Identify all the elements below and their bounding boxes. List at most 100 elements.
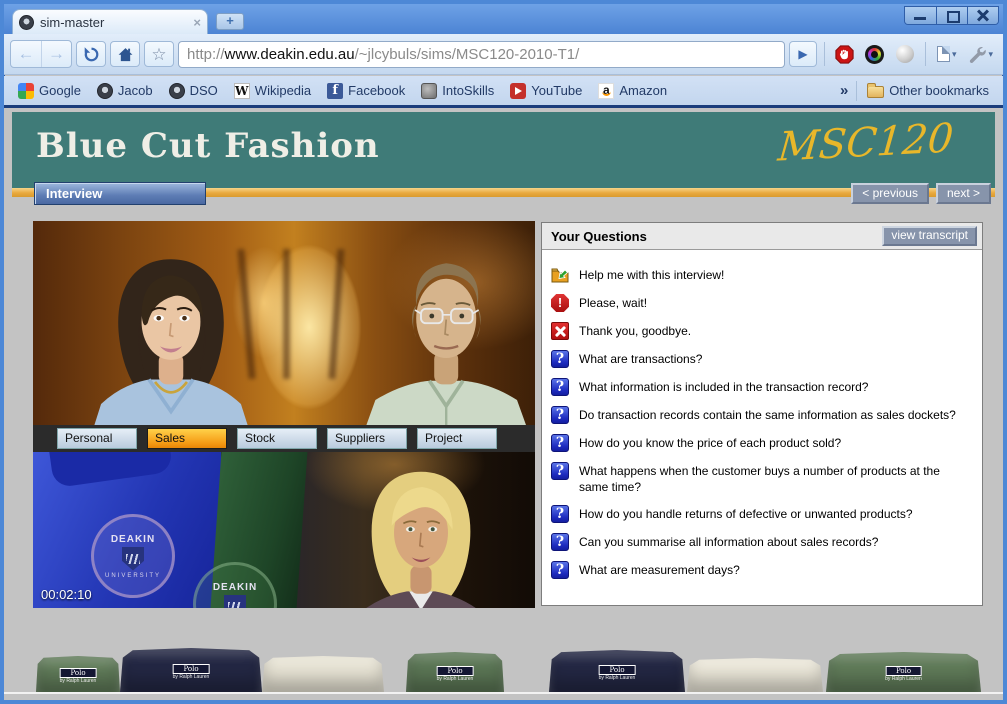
- go-button[interactable]: ▶: [789, 41, 817, 67]
- course-logo: MSC120: [776, 115, 955, 170]
- url-path: /~jlcybuls/sims/MSC120-2010-T1/: [355, 46, 580, 63]
- app-icon: [97, 83, 113, 99]
- polo-brand-label: Poloby Ralph Lauren: [437, 666, 474, 682]
- polo-shirt-photo: [262, 656, 384, 692]
- maximize-button[interactable]: [936, 7, 967, 24]
- question-item[interactable]: ? How do you handle returns of defective…: [551, 505, 968, 523]
- tab-interview[interactable]: Interview: [34, 182, 206, 205]
- globe-extension-button[interactable]: [892, 41, 918, 67]
- avatar-male-glasses: [355, 249, 535, 425]
- clothes-rack: [328, 249, 344, 379]
- other-bookmarks-label: Other bookmarks: [889, 83, 989, 98]
- deakin-shield-icon: [122, 547, 144, 571]
- previous-button[interactable]: < previous: [851, 183, 929, 204]
- bookmark-intoskills[interactable]: IntoSkills: [415, 81, 500, 101]
- page-nav-buttons: < previous next >: [851, 183, 991, 204]
- question-icon: ?: [551, 505, 569, 523]
- question-item[interactable]: Thank you, goodbye.: [551, 322, 968, 340]
- bookmark-facebook[interactable]: f Facebook: [321, 81, 411, 101]
- bookmarks-separator: [856, 81, 857, 101]
- question-item[interactable]: Help me with this interview!: [551, 266, 968, 284]
- home-button[interactable]: [110, 41, 140, 67]
- folder-icon: [867, 86, 884, 98]
- strip-divider: [4, 692, 1003, 694]
- question-icon: ?: [551, 533, 569, 551]
- question-icon: ?: [551, 462, 569, 480]
- question-item[interactable]: ? What are transactions?: [551, 350, 968, 368]
- wrench-menu-button[interactable]: ▾: [964, 41, 997, 67]
- amazon-icon: a: [598, 83, 614, 99]
- question-item[interactable]: ! Please, wait!: [551, 294, 968, 312]
- nav-buttons-group: ← →: [10, 40, 72, 68]
- tab-suppliers[interactable]: Suppliers: [327, 428, 407, 449]
- camera-lens-icon: [865, 45, 884, 64]
- question-icon: ?: [551, 378, 569, 396]
- watermark-text: UNIVERSITY: [105, 573, 161, 579]
- clothes-rack: [283, 249, 290, 379]
- bookmark-amazon[interactable]: a Amazon: [592, 81, 673, 101]
- bookmark-label: DSO: [190, 83, 218, 98]
- bookmark-star-button[interactable]: ☆: [144, 41, 174, 67]
- star-icon: ☆: [151, 46, 166, 63]
- question-item[interactable]: ? Can you summarise all information abou…: [551, 533, 968, 551]
- watermark-text: DEAKIN: [213, 582, 257, 593]
- question-item[interactable]: ? What are measurement days?: [551, 561, 968, 579]
- close-button[interactable]: [967, 7, 998, 24]
- bookmark-label: Jacob: [118, 83, 153, 98]
- question-item[interactable]: ? Do transaction records contain the sam…: [551, 406, 968, 424]
- question-item[interactable]: ? What information is included in the tr…: [551, 378, 968, 396]
- questions-title: Your Questions: [551, 229, 882, 244]
- question-icon: ?: [551, 561, 569, 579]
- browser-tab[interactable]: sim-master ×: [12, 9, 208, 34]
- tab-title: sim-master: [40, 15, 187, 30]
- bookmark-wikipedia[interactable]: W Wikipedia: [228, 81, 317, 101]
- question-item[interactable]: ? What happens when the customer buys a …: [551, 462, 968, 495]
- new-tab-button[interactable]: +: [216, 13, 244, 30]
- tab-project[interactable]: Project: [417, 428, 497, 449]
- video-panel: Personal Sales Stock Suppliers Project D…: [33, 221, 535, 608]
- polo-brand-label: Poloby Ralph Lauren: [173, 664, 210, 680]
- deakin-watermark: DEAKIN UNIVERSITY: [91, 514, 175, 598]
- tab-close-icon[interactable]: ×: [193, 15, 201, 30]
- camera-extension-button[interactable]: [862, 41, 888, 67]
- minimize-button[interactable]: [905, 7, 936, 24]
- tab-sales[interactable]: Sales: [147, 428, 227, 449]
- help-icon: [551, 266, 569, 284]
- page-menu-button[interactable]: ▾: [933, 41, 961, 67]
- bookmark-jacob[interactable]: Jacob: [91, 81, 159, 101]
- polo-brand-label: Poloby Ralph Lauren: [599, 665, 636, 681]
- facebook-icon: f: [327, 83, 343, 99]
- question-icon: ?: [551, 434, 569, 452]
- address-bar[interactable]: http://www.deakin.edu.au/~jlcybuls/sims/…: [178, 41, 785, 68]
- browser-window: sim-master × + ← → ☆: [0, 0, 1007, 704]
- polo-shirt-photo: Poloby Ralph Lauren: [406, 652, 504, 692]
- chevron-down-icon: ▾: [952, 49, 957, 60]
- bookmarks-bar: Google Jacob DSO W Wikipedia f Facebook …: [4, 76, 1003, 105]
- polo-brand-label: Poloby Ralph Lauren: [60, 668, 97, 684]
- chevron-down-icon: ▾: [988, 49, 993, 60]
- tab-stock[interactable]: Stock: [237, 428, 317, 449]
- reload-button[interactable]: [76, 41, 106, 67]
- watermark-text: DEAKIN: [111, 534, 155, 545]
- question-icon: ?: [551, 350, 569, 368]
- next-button[interactable]: next >: [936, 183, 991, 204]
- adblock-extension-button[interactable]: [832, 41, 858, 67]
- question-item[interactable]: ? How do you know the price of each prod…: [551, 434, 968, 452]
- youtube-icon: [510, 83, 526, 99]
- wrench-icon: [968, 45, 986, 63]
- other-bookmarks-button[interactable]: Other bookmarks: [861, 81, 995, 100]
- bookmark-google[interactable]: Google: [12, 81, 87, 101]
- bookmarks-overflow-chevron[interactable]: »: [836, 82, 852, 99]
- window-titlebar: sim-master × +: [4, 4, 1003, 34]
- browser-toolbar: ← → ☆ http://www.deakin.edu.au/~jlcybuls…: [4, 34, 1003, 75]
- bookmark-dso[interactable]: DSO: [163, 81, 224, 101]
- view-transcript-button[interactable]: view transcript: [882, 226, 977, 246]
- polo-shirt-photo: [687, 658, 823, 692]
- forward-button[interactable]: →: [41, 41, 71, 67]
- tab-personal[interactable]: Personal: [57, 428, 137, 449]
- app-icon: [169, 83, 185, 99]
- bookmark-youtube[interactable]: YouTube: [504, 81, 588, 101]
- interview-scene: [33, 221, 535, 425]
- back-button[interactable]: ←: [11, 41, 41, 67]
- google-icon: [18, 83, 34, 99]
